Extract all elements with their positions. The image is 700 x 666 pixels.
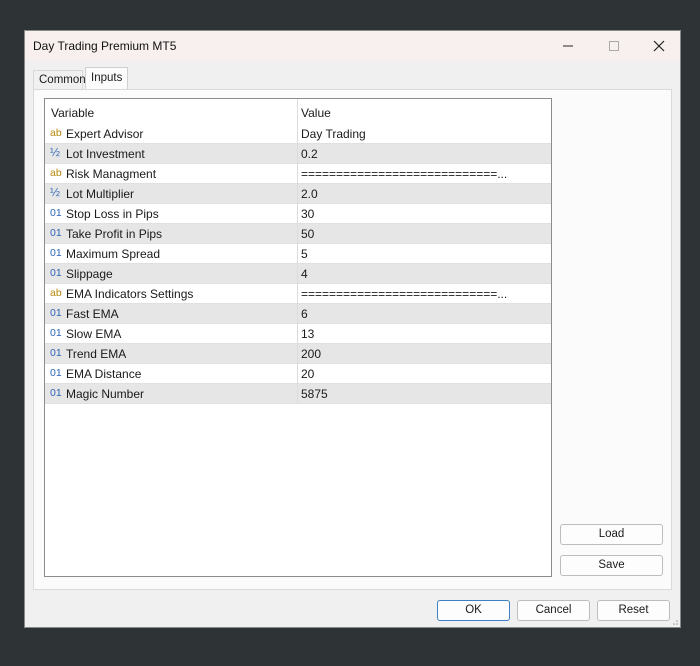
integer-type-icon: 01 (50, 367, 62, 379)
variable-value[interactable]: 2.0 (301, 187, 549, 201)
cell-divider (297, 144, 298, 164)
variable-value[interactable]: 13 (301, 327, 549, 341)
window-title: Day Trading Premium MT5 (33, 39, 177, 53)
variable-value[interactable]: 4 (301, 267, 549, 281)
table-row[interactable]: 01 Trend EMA 200 (45, 344, 551, 364)
variable-name: Lot Investment (66, 147, 145, 161)
variable-name: Expert Advisor (66, 127, 144, 141)
cell-divider (297, 324, 298, 344)
variable-name: Fast EMA (66, 307, 119, 321)
cell-divider (297, 344, 298, 364)
variable-value[interactable]: 200 (301, 347, 549, 361)
cell-divider (297, 364, 298, 384)
variable-value[interactable]: 20 (301, 367, 549, 381)
table-row[interactable]: 01 EMA Distance 20 (45, 364, 551, 384)
table-row[interactable]: ½ Lot Multiplier 2.0 (45, 184, 551, 204)
variable-name: Stop Loss in Pips (66, 207, 159, 221)
variable-name: Take Profit in Pips (66, 227, 163, 241)
close-icon (653, 40, 665, 52)
title-bar: Day Trading Premium MT5 (25, 31, 680, 61)
integer-type-icon: 01 (50, 207, 62, 219)
string-type-icon: ab (50, 167, 62, 179)
variable-value[interactable]: 6 (301, 307, 549, 321)
double-type-icon: ½ (50, 185, 61, 199)
table-row[interactable]: 01 Slow EMA 13 (45, 324, 551, 344)
double-type-icon: ½ (50, 145, 61, 159)
maximize-button[interactable] (591, 31, 637, 61)
table-row[interactable]: 01 Stop Loss in Pips 30 (45, 204, 551, 224)
table-row[interactable]: 01 Magic Number 5875 (45, 384, 551, 404)
column-header-variable[interactable]: Variable (51, 106, 94, 120)
table-row[interactable]: 01 Slippage 4 (45, 264, 551, 284)
reset-button[interactable]: Reset (597, 600, 670, 621)
tab-inputs[interactable]: Inputs (85, 67, 128, 90)
table-row[interactable]: 01 Maximum Spread 5 (45, 244, 551, 264)
cell-divider (297, 184, 298, 204)
cell-divider (297, 204, 298, 224)
column-header-value[interactable]: Value (301, 106, 331, 120)
variable-name: Trend EMA (66, 347, 127, 361)
variable-name: Risk Managment (66, 167, 157, 181)
table-row[interactable]: 01 Fast EMA 6 (45, 304, 551, 324)
load-button[interactable]: Load (560, 524, 663, 545)
variable-value[interactable]: 30 (301, 207, 549, 221)
save-button[interactable]: Save (560, 555, 663, 576)
table-row[interactable]: ab Expert Advisor Day Trading (45, 124, 551, 144)
cell-divider (297, 224, 298, 244)
string-type-icon: ab (50, 127, 62, 139)
cell-divider (297, 244, 298, 264)
minimize-icon (563, 45, 573, 47)
minimize-button[interactable] (545, 31, 591, 61)
maximize-icon (609, 41, 619, 51)
close-button[interactable] (636, 31, 682, 61)
variable-value[interactable]: Day Trading (301, 127, 549, 141)
inputs-grid: Variable Value ab Expert Advisor Day Tradi… (44, 98, 552, 577)
variable-value[interactable]: ============================... (301, 287, 549, 301)
variable-name: EMA Distance (66, 367, 142, 381)
cancel-button[interactable]: Cancel (517, 600, 590, 621)
ok-button[interactable]: OK (437, 600, 510, 621)
variable-value[interactable]: 5 (301, 247, 549, 261)
cell-divider (297, 284, 298, 304)
integer-type-icon: 01 (50, 227, 62, 239)
variable-name: EMA Indicators Settings (66, 287, 194, 301)
table-row[interactable]: ½ Lot Investment 0.2 (45, 144, 551, 164)
cell-divider (297, 264, 298, 284)
cell-divider (297, 384, 298, 404)
dialog-window: Day Trading Premium MT5 Common Inputs Va… (24, 30, 681, 628)
integer-type-icon: 01 (50, 347, 62, 359)
variable-name: Slow EMA (66, 327, 122, 341)
integer-type-icon: 01 (50, 387, 62, 399)
variable-name: Maximum Spread (66, 247, 161, 261)
integer-type-icon: 01 (50, 267, 62, 279)
grid-header: Variable Value (45, 99, 551, 124)
cell-divider (297, 124, 298, 144)
variable-name: Lot Multiplier (66, 187, 135, 201)
column-divider[interactable] (297, 99, 298, 124)
table-row[interactable]: ab EMA Indicators Settings ===============… (45, 284, 551, 304)
inputs-panel: Variable Value ab Expert Advisor Day Tradi… (33, 89, 672, 590)
cell-divider (297, 304, 298, 324)
tab-common[interactable]: Common (33, 70, 86, 89)
variable-value[interactable]: 50 (301, 227, 549, 241)
string-type-icon: ab (50, 287, 62, 299)
variable-value[interactable]: 5875 (301, 387, 549, 401)
integer-type-icon: 01 (50, 307, 62, 319)
variable-name: Slippage (66, 267, 113, 281)
table-row[interactable]: 01 Take Profit in Pips 50 (45, 224, 551, 244)
integer-type-icon: 01 (50, 327, 62, 339)
integer-type-icon: 01 (50, 247, 62, 259)
variable-value[interactable]: 0.2 (301, 147, 549, 161)
cell-divider (297, 164, 298, 184)
table-row[interactable]: ab Risk Managment ========================… (45, 164, 551, 184)
variable-value[interactable]: ============================... (301, 167, 549, 181)
resize-grip-icon[interactable] (670, 617, 678, 625)
variable-name: Magic Number (66, 387, 145, 401)
